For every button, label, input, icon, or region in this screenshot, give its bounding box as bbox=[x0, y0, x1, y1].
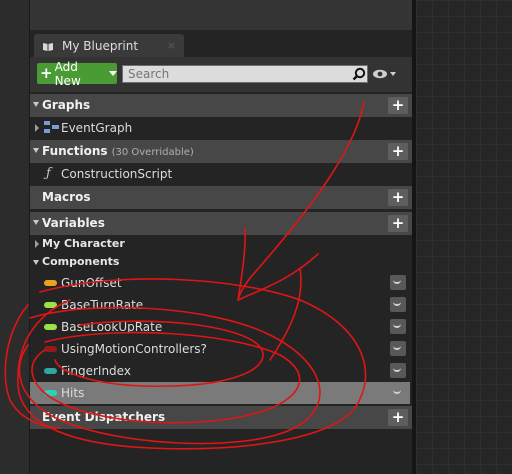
category-label: My Character bbox=[42, 237, 125, 250]
tab-my-blueprint[interactable]: My Blueprint × bbox=[34, 34, 184, 57]
list-item-label: EventGraph bbox=[61, 121, 133, 135]
variable-row[interactable]: GunOffset bbox=[30, 272, 410, 294]
variable-row[interactable]: UsingMotionControllers? bbox=[30, 338, 410, 360]
variable-row[interactable]: BaseLookUpRate bbox=[30, 316, 410, 338]
chevron-down-icon bbox=[33, 220, 39, 225]
variable-label: Hits bbox=[61, 386, 85, 400]
chevron-down-icon bbox=[33, 148, 39, 153]
list-item-eventgraph[interactable]: EventGraph bbox=[30, 117, 412, 139]
graph-icon bbox=[44, 121, 59, 137]
visibility-toggle[interactable] bbox=[390, 297, 406, 312]
section-functions[interactable]: Functions (30 Overridable) + bbox=[30, 140, 412, 163]
visibility-toggle[interactable] bbox=[390, 319, 406, 334]
variable-type-pill bbox=[44, 368, 57, 374]
search-input[interactable] bbox=[122, 65, 368, 83]
section-title: Functions (30 Overridable) bbox=[42, 144, 194, 158]
add-new-button[interactable]: + Add New bbox=[37, 60, 117, 88]
variable-label: UsingMotionControllers? bbox=[61, 342, 207, 356]
visibility-toggle[interactable] bbox=[390, 275, 406, 290]
variable-type-pill bbox=[44, 280, 57, 286]
variable-label: BaseTurnRate bbox=[61, 298, 144, 312]
left-panel-strip bbox=[0, 0, 30, 474]
variable-type-pill bbox=[44, 346, 57, 352]
category-components[interactable]: Components bbox=[30, 253, 412, 271]
section-title: Graphs bbox=[42, 98, 91, 112]
section-variables[interactable]: Variables + bbox=[30, 212, 412, 235]
graph-editor-canvas[interactable] bbox=[416, 0, 512, 474]
view-options-icon[interactable] bbox=[372, 67, 398, 81]
add-macro-button[interactable]: + bbox=[388, 189, 408, 206]
chevron-down-icon bbox=[109, 71, 117, 76]
variable-type-pill bbox=[44, 324, 57, 330]
chevron-down-icon bbox=[33, 260, 39, 265]
add-variable-button[interactable]: + bbox=[388, 215, 408, 232]
plus-icon: + bbox=[40, 64, 53, 82]
close-icon[interactable]: × bbox=[167, 39, 176, 52]
variable-label: BaseLookUpRate bbox=[61, 320, 163, 334]
add-function-button[interactable]: + bbox=[388, 143, 408, 160]
section-title-text: Functions bbox=[42, 144, 108, 158]
section-macros[interactable]: Macros + bbox=[30, 186, 412, 209]
expand-arrow-icon bbox=[35, 240, 39, 248]
chevron-down-icon bbox=[33, 102, 39, 107]
tab-title: My Blueprint bbox=[62, 38, 139, 53]
section-event-dispatchers[interactable]: Event Dispatchers + bbox=[30, 406, 412, 429]
section-title: Event Dispatchers bbox=[42, 410, 166, 424]
top-panel-area bbox=[30, 0, 412, 30]
search-icon[interactable] bbox=[352, 67, 366, 81]
category-my-character[interactable]: My Character bbox=[30, 235, 412, 253]
add-graph-button[interactable]: + bbox=[388, 97, 408, 114]
variable-row[interactable]: FingerIndex bbox=[30, 360, 410, 382]
variable-label: GunOffset bbox=[61, 276, 122, 290]
expand-arrow-icon bbox=[35, 124, 39, 132]
add-new-label: Add New bbox=[54, 59, 81, 88]
blueprint-toolbar: + Add New bbox=[30, 57, 412, 92]
visibility-toggle[interactable] bbox=[390, 341, 406, 356]
visibility-toggle[interactable] bbox=[390, 363, 406, 378]
variable-label: FingerIndex bbox=[61, 364, 131, 378]
section-graphs[interactable]: Graphs + bbox=[30, 94, 412, 117]
visibility-toggle[interactable] bbox=[390, 385, 406, 400]
category-label: Components bbox=[42, 255, 120, 268]
variable-type-pill bbox=[44, 302, 57, 308]
variable-type-pill bbox=[44, 390, 57, 396]
variable-row[interactable]: BaseTurnRate bbox=[30, 294, 410, 316]
function-icon: ƒ bbox=[46, 166, 51, 181]
section-title: Variables bbox=[42, 216, 105, 230]
section-title: Macros bbox=[42, 190, 91, 204]
list-item-constructionscript[interactable]: ƒ ConstructionScript bbox=[30, 163, 412, 185]
variable-row-selected[interactable]: Hits bbox=[30, 382, 410, 404]
list-item-label: ConstructionScript bbox=[61, 167, 173, 181]
book-icon bbox=[42, 41, 54, 51]
overridable-count: (30 Overridable) bbox=[111, 147, 194, 158]
add-event-dispatcher-button[interactable]: + bbox=[388, 409, 408, 426]
